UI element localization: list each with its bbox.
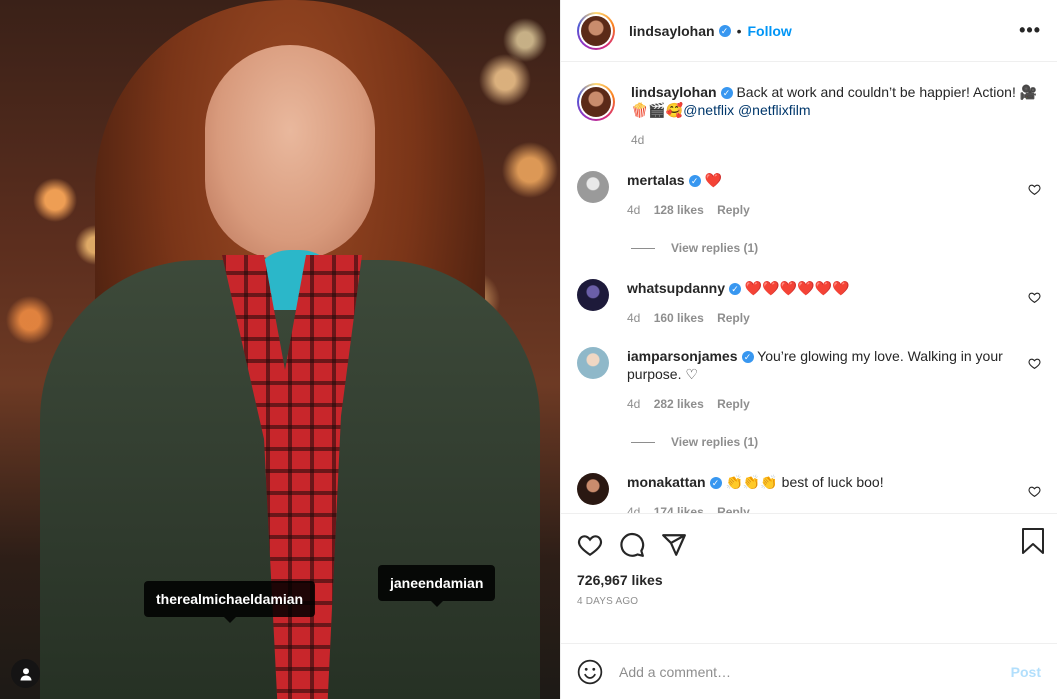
comment-meta: 4d 160 likes Reply (627, 309, 1007, 327)
share-icon[interactable] (661, 532, 687, 558)
verified-badge-icon: ✓ (741, 351, 754, 364)
heart-icon[interactable] (1028, 357, 1041, 370)
comment-age: 4d (627, 203, 641, 217)
view-replies-label: View replies (1) (671, 241, 759, 255)
comment-item: iamparsonjames ✓ You’re glowing my love. … (577, 347, 1041, 413)
comment-body: monakattan ✓ 👏👏👏 best of luck boo! 4d 174… (627, 473, 1007, 513)
reply-button[interactable]: Reply (717, 505, 750, 513)
post-header: lindsaylohan ✓ • Follow ••• (561, 0, 1057, 62)
heart-icon[interactable] (1028, 485, 1041, 498)
view-replies-label: View replies (1) (671, 435, 759, 449)
caption-author-avatar-image (581, 87, 611, 117)
comment-avatar[interactable] (577, 473, 609, 505)
author-username[interactable]: lindsaylohan (629, 23, 715, 39)
comment-text: ❤️ (704, 172, 722, 188)
comments-list: lindsaylohan ✓ Back at work and couldn’t … (561, 62, 1057, 513)
heart-icon[interactable] (577, 532, 603, 558)
comment-username[interactable]: iamparsonjames (627, 348, 738, 364)
comment-avatar[interactable] (577, 279, 609, 311)
reply-button[interactable]: Reply (717, 397, 750, 411)
comment-text: ❤️❤️❤️❤️❤️❤️ (744, 280, 850, 296)
comment-age: 4d (627, 397, 641, 411)
comment-input[interactable] (619, 663, 1011, 680)
author-avatar-image (581, 15, 611, 46)
author-avatar[interactable] (577, 11, 615, 50)
likes-count[interactable]: 726,967 likes (577, 572, 1041, 588)
replies-divider (631, 441, 655, 443)
post-comment-button[interactable]: Post (1011, 664, 1041, 680)
comment-body: whatsupdanny ✓ ❤️❤️❤️❤️❤️❤️ 4d 160 likes … (627, 279, 1007, 327)
comment-avatar[interactable] (577, 171, 609, 203)
caption-mentions[interactable]: @netflix @netflixfilm (683, 102, 810, 118)
post-photo[interactable]: therealmichaeldamian janeendamian (0, 0, 560, 699)
verified-badge-icon: ✓ (729, 283, 742, 296)
comment-text: 👏👏👏 best of luck boo! (725, 474, 884, 490)
bookmark-icon[interactable] (1021, 528, 1045, 554)
post-modal: therealmichaeldamian janeendamian lindsa… (0, 0, 1057, 699)
add-comment-bar: Post (561, 643, 1057, 699)
view-replies-button[interactable]: View replies (1) (631, 241, 1041, 255)
view-replies-button[interactable]: View replies (1) (631, 435, 1041, 449)
caption-body: lindsaylohan ✓ Back at work and couldn’t … (631, 83, 1041, 149)
follow-button[interactable]: Follow (747, 23, 791, 39)
heart-icon[interactable] (1028, 183, 1041, 196)
comment-likes[interactable]: 282 likes (654, 397, 704, 411)
caption-username[interactable]: lindsaylohan (631, 84, 717, 100)
comment-likes[interactable]: 128 likes (654, 203, 704, 217)
comment-username[interactable]: monakattan (627, 474, 706, 490)
comment-body: mertalas ✓ ❤️ 4d 128 likes Reply (627, 171, 1007, 219)
caption-emojis: 🍿🎬🥰 (631, 102, 684, 118)
verified-badge-icon: ✓ (688, 175, 701, 188)
comment-meta: 4d 282 likes Reply (627, 395, 1007, 413)
caption-age: 4d (631, 133, 645, 147)
photo-subject-face (205, 45, 375, 260)
photo-user-tag[interactable]: therealmichaeldamian (144, 581, 316, 623)
comment-item: mertalas ✓ ❤️ 4d 128 likes Reply (577, 171, 1041, 219)
separator-dot: • (736, 22, 742, 39)
comment-avatar[interactable] (577, 347, 609, 379)
emoji-icon[interactable] (577, 659, 603, 685)
person-icon (20, 667, 31, 680)
action-icons (577, 514, 1041, 566)
caption-text: Back at work and couldn’t be happier! Ac… (736, 84, 1038, 100)
post-sidebar: lindsaylohan ✓ • Follow ••• lindsaylohan… (560, 0, 1057, 699)
comment-item: whatsupdanny ✓ ❤️❤️❤️❤️❤️❤️ 4d 160 likes … (577, 279, 1041, 327)
reply-button[interactable]: Reply (717, 311, 750, 325)
post-caption: lindsaylohan ✓ Back at work and couldn’t … (577, 62, 1041, 149)
comment-likes[interactable]: 174 likes (654, 505, 704, 513)
comment-age: 4d (627, 311, 641, 325)
more-options-icon[interactable]: ••• (1019, 20, 1041, 41)
photo-user-tag[interactable]: janeendamian (378, 565, 496, 607)
comment-username[interactable]: mertalas (627, 172, 685, 188)
verified-badge-icon: ✓ (709, 477, 722, 490)
comment-body: iamparsonjames ✓ You’re glowing my love. … (627, 347, 1007, 413)
verified-badge-icon: ✓ (720, 87, 733, 100)
post-actions: 726,967 likes 4 DAYS AGO (561, 513, 1057, 643)
verified-badge-icon: ✓ (718, 24, 731, 37)
replies-divider (631, 247, 655, 249)
reply-button[interactable]: Reply (717, 203, 750, 217)
comment-likes[interactable]: 160 likes (654, 311, 704, 325)
comment-age: 4d (627, 505, 641, 513)
comment-meta: 4d 174 likes Reply (627, 503, 1007, 513)
comment-icon[interactable] (619, 532, 645, 558)
caption-author-avatar[interactable] (577, 83, 615, 121)
user-tag-icon[interactable] (11, 659, 40, 688)
heart-icon[interactable] (1028, 291, 1041, 304)
comment-username[interactable]: whatsupdanny (627, 280, 725, 296)
comment-meta: 4d 128 likes Reply (627, 201, 1007, 219)
comment-item: monakattan ✓ 👏👏👏 best of luck boo! 4d 174… (577, 473, 1041, 513)
post-timestamp: 4 DAYS AGO (577, 596, 639, 607)
